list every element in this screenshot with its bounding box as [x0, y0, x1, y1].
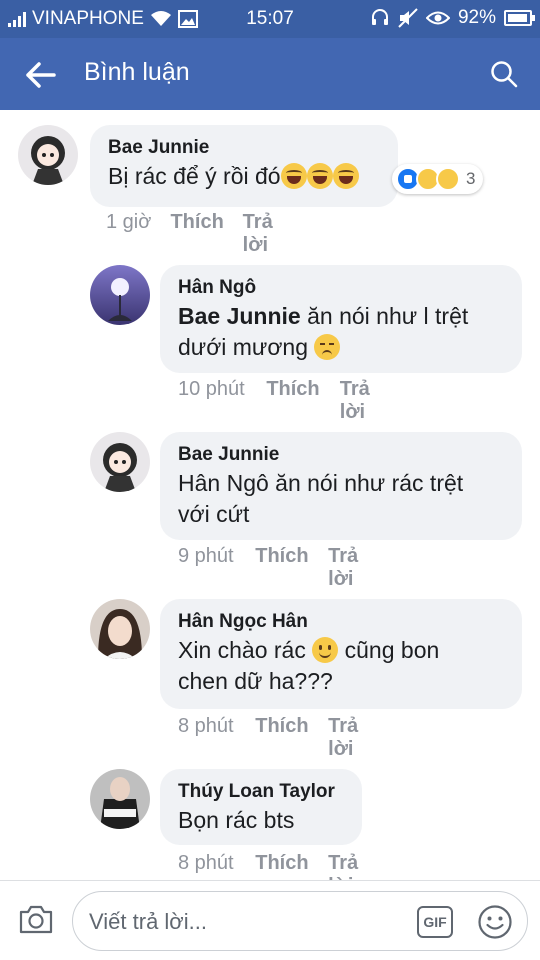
comment-bubble[interactable]: Hân Ngô Bae Junnie ăn nói như l trệt dướ… — [160, 265, 522, 373]
comment-author[interactable]: Hân Ngô — [178, 275, 504, 301]
comment-author[interactable]: Hân Ngọc Hân — [178, 609, 504, 635]
comment-time: 9 phút — [178, 545, 234, 567]
reply-box[interactable]: GIF — [72, 891, 528, 951]
comment-author[interactable]: Thúy Loan Taylor — [178, 779, 344, 805]
battery-percent: 92% — [457, 7, 496, 28]
comment-bubble[interactable]: Bae Junnie Bị rác để ý rồi đó — [90, 125, 398, 207]
comment-meta: 9 phút Thích Trả lời — [178, 545, 381, 591]
camera-icon[interactable] — [18, 903, 54, 935]
reply-input[interactable] — [89, 906, 409, 938]
mute-icon — [398, 8, 418, 28]
comment-bubble[interactable]: Hân Ngọc Hân Xin chào rác cũng bon chen … — [160, 599, 522, 709]
comment-meta: 10 phút Thích Trả lời — [178, 378, 393, 424]
status-right: 92% — [370, 7, 535, 29]
avatar[interactable] — [90, 769, 150, 829]
comment-time: 10 phút — [178, 378, 245, 400]
reply-link[interactable]: Trả lời — [340, 378, 393, 424]
page-title: Bình luận — [84, 58, 190, 86]
emoji-picker-icon[interactable] — [477, 904, 513, 940]
laughing-emoji-icon — [306, 163, 333, 189]
smiley-emoji-icon — [312, 637, 339, 663]
comment-author[interactable]: Bae Junnie — [178, 442, 504, 468]
headset-icon — [371, 9, 388, 25]
status-bar: VINAPHONE 15:07 92% — [0, 0, 540, 38]
like-link[interactable]: Thích — [266, 378, 339, 424]
reply-link[interactable]: Trả lời — [328, 715, 381, 761]
reply-composer: GIF — [0, 880, 540, 960]
like-link[interactable]: Thích — [255, 545, 328, 591]
laughing-emoji-icon — [332, 163, 359, 189]
comment-author[interactable]: Bae Junnie — [108, 135, 380, 161]
like-link[interactable]: Thích — [255, 715, 328, 761]
disappointed-emoji-icon — [314, 334, 341, 360]
comment-bubble[interactable]: Bae Junnie Hân Ngô ăn nói như rác trệt v… — [160, 432, 522, 540]
app-bar: Bình luận — [0, 38, 540, 110]
avatar[interactable] — [90, 265, 150, 325]
comment-meta: 8 phút Thích Trả lời — [178, 715, 381, 761]
reply-link[interactable]: Trả lời — [243, 211, 295, 257]
comment-text: Bị rác để ý rồi đó — [108, 161, 380, 192]
comment-text: Xin chào rác cũng bon chen dữ ha??? — [178, 637, 440, 694]
comment-text: Hân Ngô ăn nói như rác trệt với cứt — [178, 470, 464, 527]
like-link[interactable]: Thích — [170, 211, 242, 257]
eye-icon — [425, 11, 450, 25]
avatar[interactable] — [90, 432, 150, 492]
search-icon[interactable] — [490, 60, 518, 88]
comment-time: 8 phút — [178, 715, 234, 737]
comment-bubble[interactable]: Thúy Loan Taylor Bọn rác bts — [160, 769, 362, 845]
back-arrow-icon[interactable] — [24, 60, 58, 90]
reaction-summary[interactable]: 3 — [392, 164, 484, 194]
comment-time: 1 giờ — [106, 211, 152, 233]
reply-link[interactable]: Trả lời — [328, 545, 381, 591]
mention-link[interactable]: Bae Junnie — [178, 303, 301, 329]
reaction-count: 3 — [466, 169, 476, 188]
gif-button[interactable]: GIF — [417, 906, 453, 938]
comment-meta: 1 giờ Thích Trả lời — [106, 211, 295, 257]
sad-reaction-icon — [436, 167, 460, 191]
battery-icon — [504, 10, 535, 26]
avatar[interactable] — [90, 599, 150, 659]
avatar[interactable] — [18, 125, 78, 185]
comment-text: Bọn rác bts — [178, 807, 295, 833]
comment-text: Bae Junnie ăn nói như l trệt dưới mương — [178, 303, 469, 360]
laughing-emoji-icon — [280, 163, 307, 189]
